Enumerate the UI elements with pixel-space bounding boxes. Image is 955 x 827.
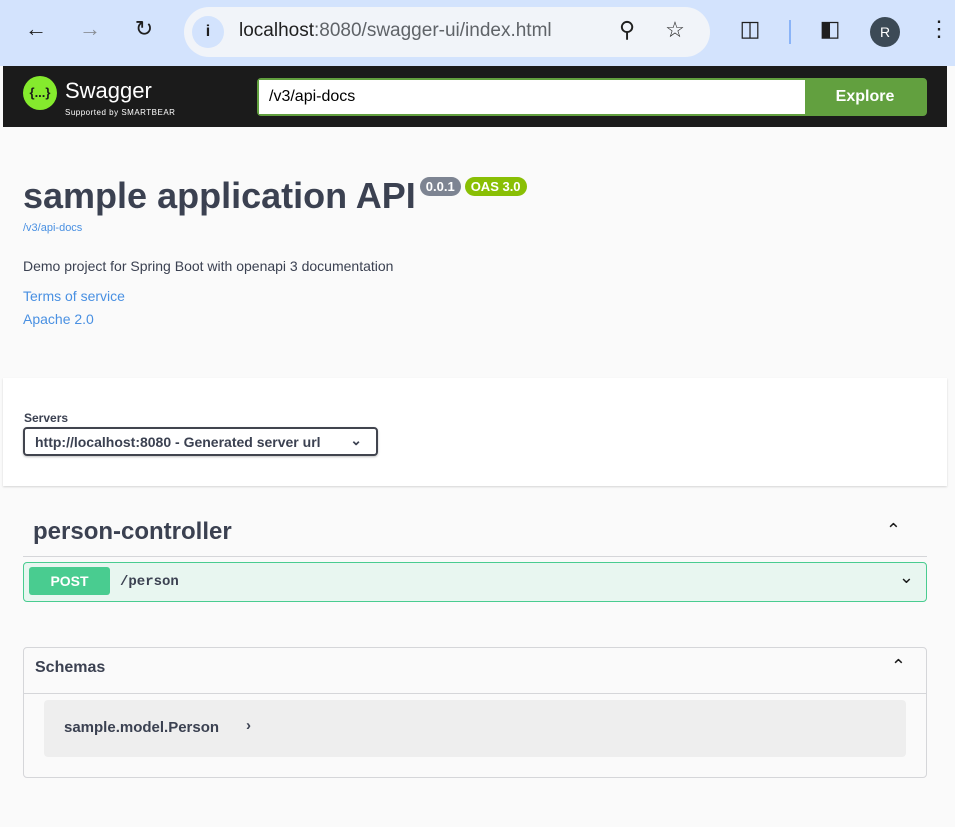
supported-by: Supported by SMARTBEAR — [65, 108, 176, 117]
spec-link[interactable]: /v3/api-docs — [23, 222, 82, 234]
servers-section: Servers http://localhost:8080 - Generate… — [3, 378, 947, 486]
operation-path: /person — [120, 574, 179, 590]
site-info-icon[interactable]: i — [192, 16, 224, 48]
extensions-icon[interactable]: ◫ — [735, 16, 765, 42]
forward-icon[interactable]: → — [75, 16, 105, 42]
license-link[interactable]: Apache 2.0 — [23, 311, 94, 327]
servers-select[interactable]: http://localhost:8080 - Generated server… — [23, 427, 378, 456]
star-icon[interactable]: ☆ — [660, 17, 690, 43]
schemas-title[interactable]: Schemas — [35, 659, 105, 677]
version-badge: 0.0.1 — [419, 177, 461, 196]
brand: Swagger — [65, 78, 152, 103]
swagger-logo-icon: {...} — [23, 76, 57, 110]
explore-button[interactable]: Explore — [805, 80, 925, 114]
tag-name: person-controller — [33, 518, 232, 545]
url-path: :8080/swagger-ui/index.html — [314, 20, 552, 41]
browser-toolbar: ← → ↻ i localhost:8080/swagger-ui/index.… — [0, 0, 955, 66]
address-bar[interactable]: i localhost:8080/swagger-ui/index.html ⚲… — [184, 7, 710, 57]
url-host: localhost — [239, 20, 314, 41]
divider — [24, 693, 926, 694]
menu-icon[interactable]: ⋮ — [924, 16, 954, 42]
back-icon[interactable]: ← — [21, 16, 51, 42]
chevron-up-icon[interactable]: ⌃ — [891, 656, 906, 677]
method-badge: POST — [29, 567, 110, 595]
zoom-icon[interactable]: ⚲ — [612, 17, 642, 43]
reload-icon[interactable]: ↻ — [129, 16, 159, 42]
oas-badge: OAS 3.0 — [464, 177, 527, 196]
servers-selected: http://localhost:8080 - Generated server… — [35, 434, 321, 450]
servers-label: Servers — [24, 411, 69, 425]
spec-url-input[interactable] — [259, 80, 805, 114]
chevron-down-icon: ⌄ — [350, 432, 362, 448]
page-title: sample application API — [23, 175, 416, 216]
chevron-right-icon: › — [246, 717, 251, 734]
tag-header[interactable]: person-controller ⌃ — [23, 510, 927, 557]
chevron-up-icon[interactable]: ⌃ — [886, 520, 901, 541]
swagger-topbar: {...} Swagger Supported by SMARTBEAR Exp… — [3, 66, 947, 127]
operation-post-person[interactable]: POST /person ⌄ — [23, 562, 927, 602]
model-name: sample.model.Person — [64, 719, 220, 736]
terms-link[interactable]: Terms of service — [23, 288, 125, 304]
side-panel-icon[interactable]: ◧ — [815, 16, 845, 42]
chevron-down-icon[interactable]: ⌄ — [899, 567, 914, 588]
avatar[interactable]: R — [870, 17, 900, 47]
divider — [789, 20, 791, 44]
description: Demo project for Spring Boot with openap… — [23, 258, 394, 274]
schemas-section: Schemas ⌃ sample.model.Person › — [23, 647, 927, 778]
model-item[interactable]: sample.model.Person › — [44, 700, 906, 757]
